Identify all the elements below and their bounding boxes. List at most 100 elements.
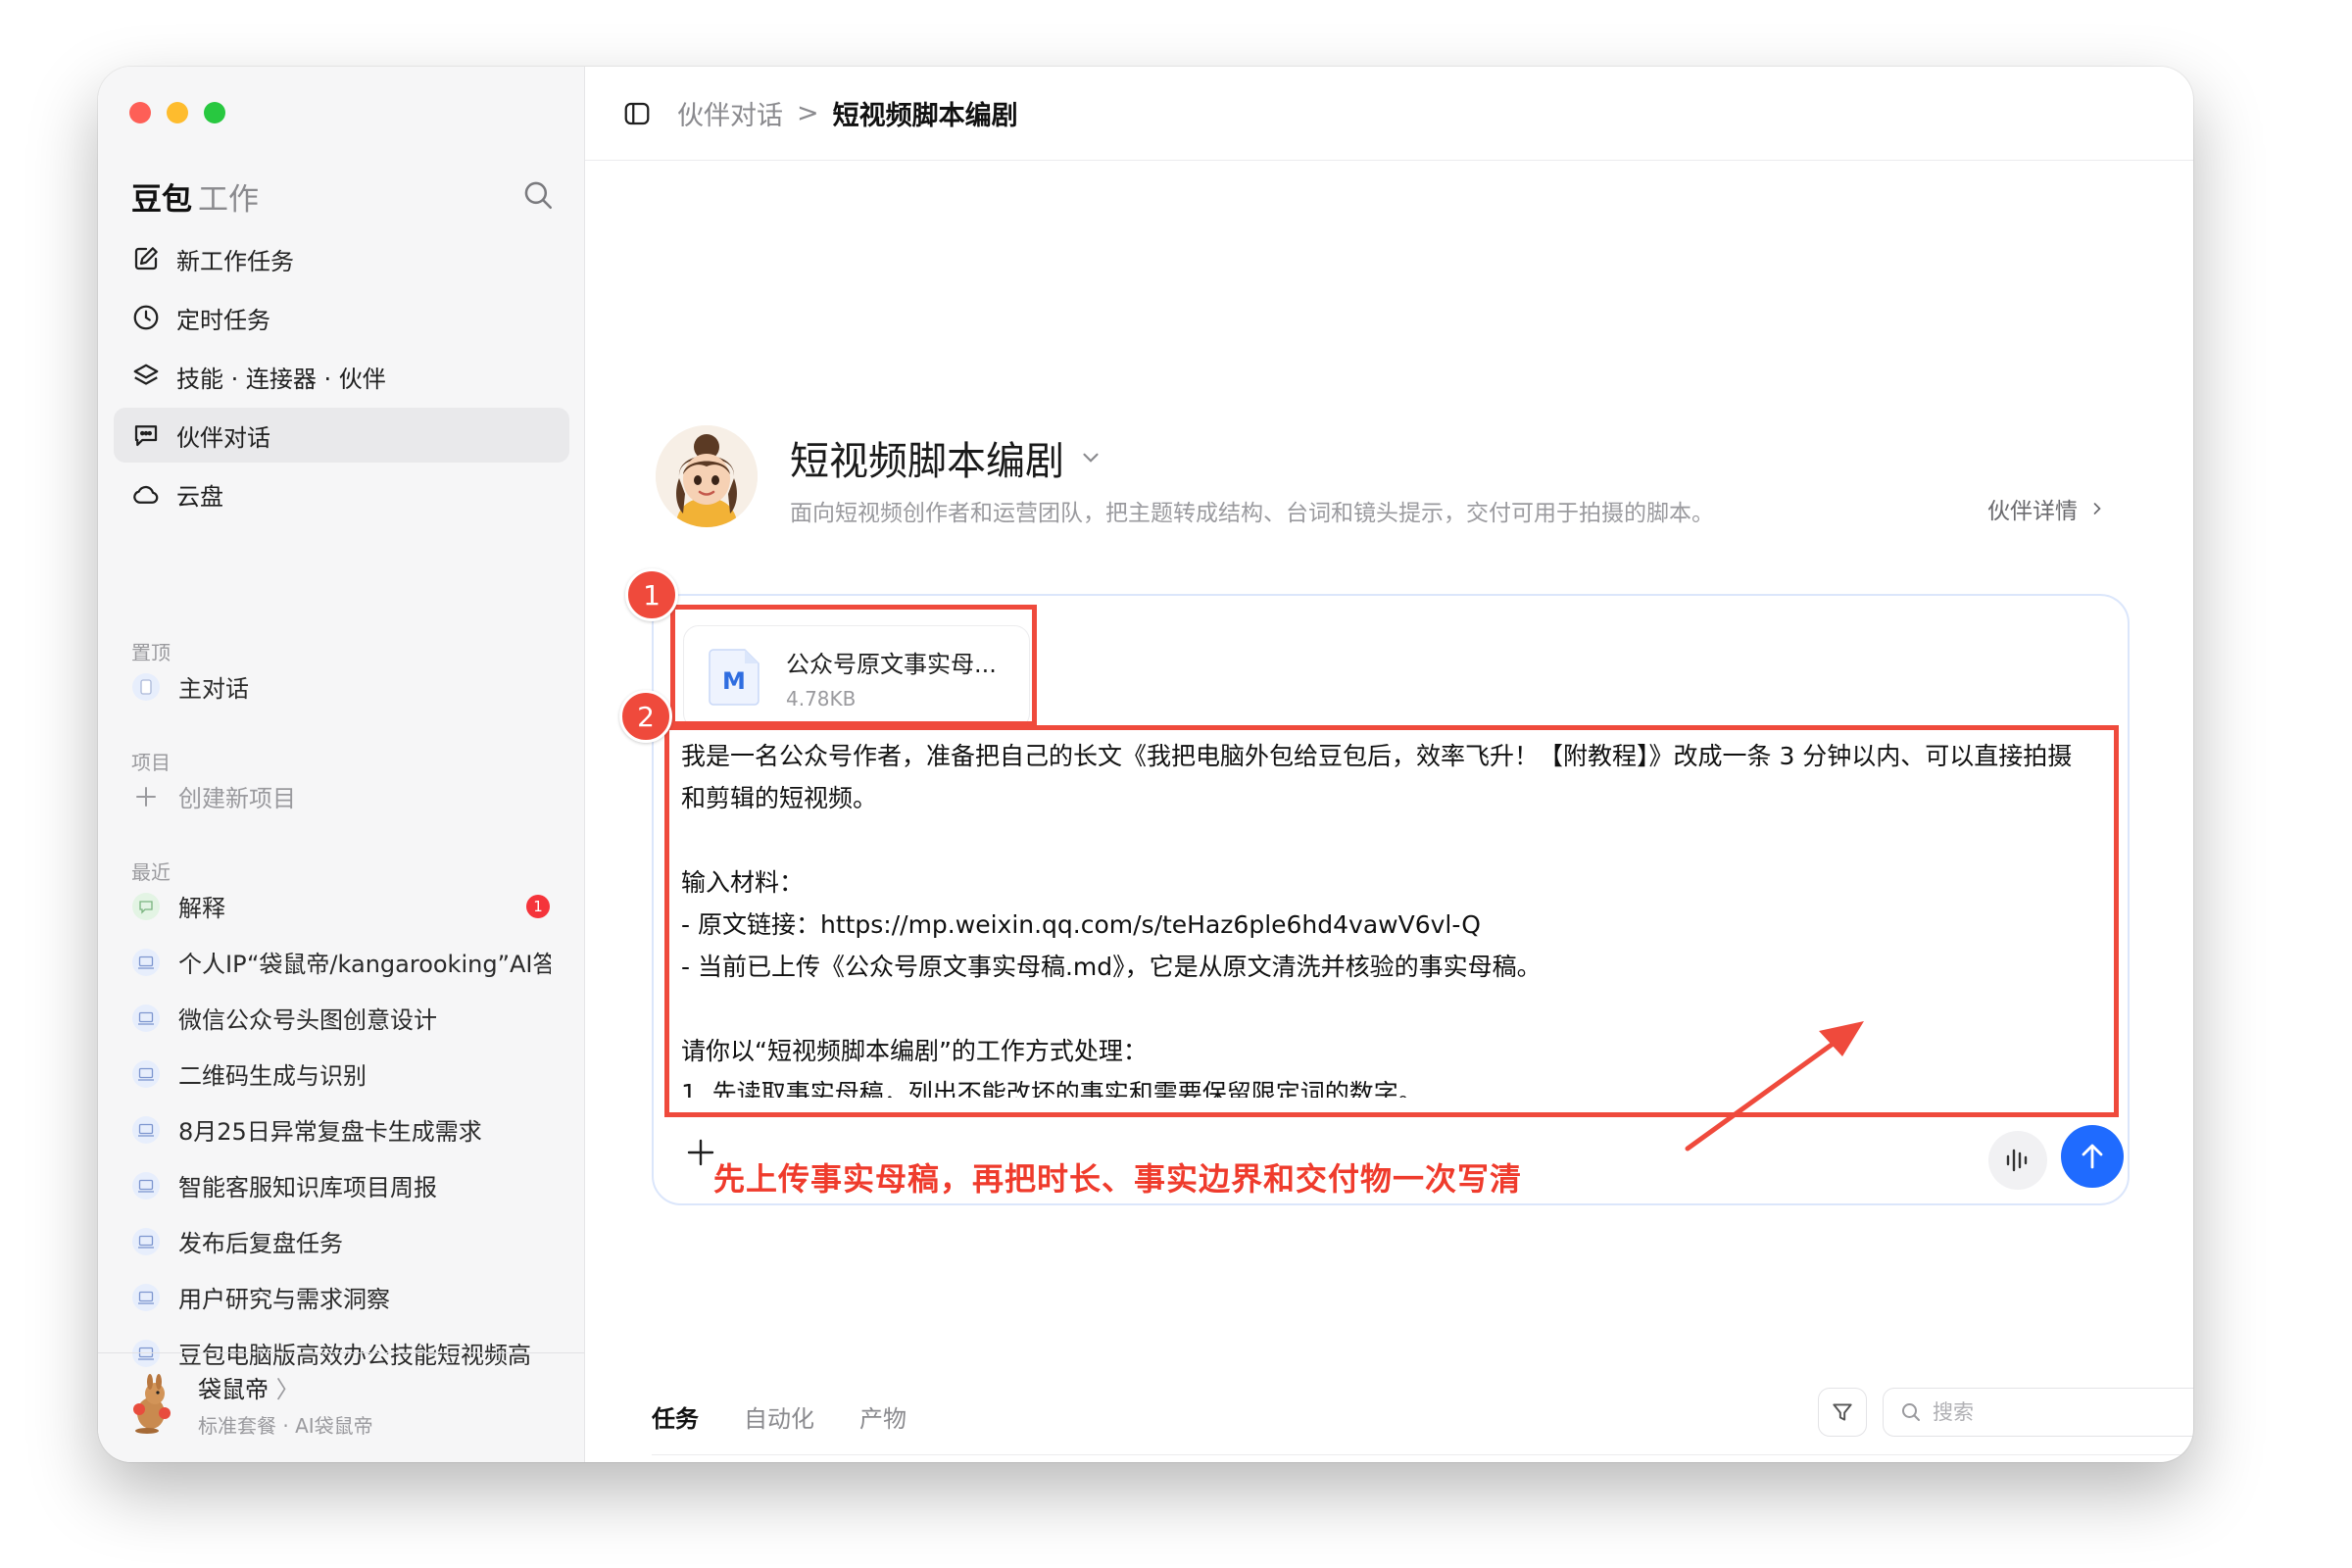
agent-avatar (656, 425, 758, 527)
recent-item-label: 二维码生成与识别 (178, 1062, 367, 1090)
primary-nav: 新工作任务 定时任务 技能 · 连接器 · 伙伴 伙伴对话 云盘 (114, 231, 569, 525)
brand-name: 豆包 (131, 182, 192, 218)
filter-icon (1833, 1403, 1852, 1421)
task-search-box[interactable] (1883, 1388, 2193, 1437)
agent-avatar-illustration (656, 425, 758, 527)
nav-skills-connectors[interactable]: 技能 · 连接器 · 伙伴 (114, 349, 569, 404)
breadcrumb-parent[interactable]: 伙伴对话 (677, 94, 783, 132)
laptop-icon (132, 1059, 160, 1088)
breadcrumb-separator: > (797, 98, 819, 128)
kangaroo-avatar-icon (133, 1374, 171, 1434)
agent-detail-label: 伙伴详情 (1987, 499, 2078, 524)
nav-partner-chat[interactable]: 伙伴对话 (114, 408, 569, 463)
tabs-divider (652, 1454, 2193, 1455)
brand-sub: 工作 (198, 182, 259, 218)
annotation-number-1: 1 (625, 568, 678, 621)
arrow-up-icon (2082, 1144, 2103, 1169)
user-plan: 标准套餐 · AI袋鼠帝 (198, 1414, 373, 1438)
recent-item[interactable]: 发布后复盘任务 (114, 1213, 569, 1269)
recent-item-label: 智能客服知识库项目周报 (178, 1174, 437, 1201)
recent-item[interactable]: 个人IP“袋鼠帝/kangarooking”AI答 (114, 934, 569, 990)
nav-label: 新工作任务 (176, 247, 294, 275)
search-icon (1902, 1403, 1920, 1421)
app-brand: 豆包 工作 (131, 174, 259, 219)
nav-label: 伙伴对话 (176, 423, 270, 452)
user-name-text: 袋鼠帝 (198, 1376, 269, 1403)
clock-icon (133, 305, 159, 330)
nav-scheduled-tasks[interactable]: 定时任务 (114, 290, 569, 345)
chat-bubble-icon (132, 892, 160, 920)
recent-item-label: 个人IP“袋鼠帝/kangarooking”AI答 (178, 951, 551, 978)
pinned-item[interactable]: 主对话 (114, 659, 569, 714)
nav-new-task[interactable]: 新工作任务 (114, 231, 569, 286)
minimize-window-button[interactable] (167, 102, 188, 123)
chat-icon (134, 425, 158, 447)
tab-automation[interactable]: 自动化 (744, 1399, 814, 1434)
annotation-box-message (664, 725, 2119, 1117)
unread-badge: 1 (526, 894, 550, 918)
topbar: 伙伴对话 > 短视频脚本编剧 (585, 67, 2193, 161)
tab-tasks[interactable]: 任务 (652, 1399, 699, 1434)
create-project-label: 创建新项目 (178, 785, 296, 812)
tab-artifacts[interactable]: 产物 (859, 1399, 906, 1434)
waveform-icon (2006, 1149, 2028, 1172)
user-info: 袋鼠帝 〉 标准套餐 · AI袋鼠帝 (198, 1370, 373, 1439)
cloud-icon (133, 485, 159, 504)
layers-icon (133, 364, 159, 385)
recent-item[interactable]: 用户研究与需求洞察 (114, 1269, 569, 1325)
user-name: 袋鼠帝 〉 (198, 1370, 373, 1404)
user-profile[interactable]: 袋鼠帝 〉 标准套餐 · AI袋鼠帝 (122, 1370, 373, 1439)
filter-button[interactable] (1818, 1388, 1867, 1437)
recent-item-label: 8月25日异常复盘卡生成需求 (178, 1118, 482, 1146)
nav-label: 定时任务 (176, 306, 270, 334)
task-tabs: 任务 自动化 产物 (652, 1399, 906, 1434)
recent-item[interactable]: 二维码生成与识别 (114, 1046, 569, 1102)
sidebar-divider (98, 1352, 585, 1353)
create-project-button[interactable]: 创建新项目 (114, 768, 569, 824)
laptop-icon (132, 1115, 160, 1144)
agent-detail-link[interactable]: 伙伴详情 (1987, 492, 2107, 525)
pinned-list: 主对话 (114, 659, 569, 714)
recent-item-label: 用户研究与需求洞察 (178, 1286, 390, 1313)
plus-icon (136, 786, 156, 807)
recent-item-label: 解释 (178, 895, 225, 922)
recent-item[interactable]: 解释 1 (114, 878, 569, 934)
voice-input-button[interactable] (1988, 1131, 2047, 1190)
zoom-window-button[interactable] (204, 102, 225, 123)
breadcrumb-current: 短视频脚本编剧 (832, 101, 1018, 131)
sidebar-toggle-icon[interactable] (622, 99, 652, 128)
task-search-input[interactable] (1933, 1400, 2193, 1424)
laptop-icon (132, 1004, 160, 1032)
laptop-icon (132, 1171, 160, 1200)
annotation-number-2: 2 (619, 690, 672, 743)
agent-title[interactable]: 短视频脚本编剧 (790, 429, 1103, 486)
agent-description: 面向短视频创作者和运营团队，把主题转成结构、台词和镜头提示，交付可用于拍摄的脚本… (790, 501, 1714, 526)
send-button[interactable] (2061, 1125, 2124, 1188)
nav-label: 技能 · 连接器 · 伙伴 (176, 365, 386, 393)
recent-item[interactable]: 微信公众号头图创意设计 (114, 990, 569, 1046)
chevron-right-icon: 〉 (275, 1376, 300, 1403)
annotation-caption: 先上传事实母稿，再把时长、事实边界和交付物一次写清 (713, 1160, 1523, 1198)
search-icon[interactable] (521, 178, 555, 212)
chevron-down-icon (1083, 453, 1099, 463)
window-controls (129, 102, 225, 123)
sidebar: 豆包 工作 新工作任务 定时任务 技能 · 连接器 · 伙伴 伙伴对话 云盘 置… (98, 67, 585, 1462)
doc-icon (132, 672, 160, 701)
edit-icon (134, 247, 158, 270)
nav-label: 云盘 (176, 482, 223, 511)
pinned-item-label: 主对话 (178, 675, 249, 703)
recent-item-label: 发布后复盘任务 (178, 1230, 343, 1257)
recent-item[interactable]: 智能客服知识库项目周报 (114, 1157, 569, 1213)
recent-list: 解释 1 个人IP“袋鼠帝/kangarooking”AI答 微信公众号头图创意… (114, 878, 569, 1381)
chevron-right-icon (2093, 503, 2101, 514)
nav-cloud-drive[interactable]: 云盘 (114, 466, 569, 521)
agent-title-text: 短视频脚本编剧 (790, 439, 1064, 484)
laptop-icon (132, 1227, 160, 1255)
recent-item[interactable]: 8月25日异常复盘卡生成需求 (114, 1102, 569, 1157)
laptop-icon (132, 948, 160, 976)
recent-item-label: 微信公众号头图创意设计 (178, 1006, 437, 1034)
laptop-icon (132, 1283, 160, 1311)
projects-list: 创建新项目 (114, 768, 569, 824)
close-window-button[interactable] (129, 102, 151, 123)
annotation-box-file (670, 605, 1037, 726)
